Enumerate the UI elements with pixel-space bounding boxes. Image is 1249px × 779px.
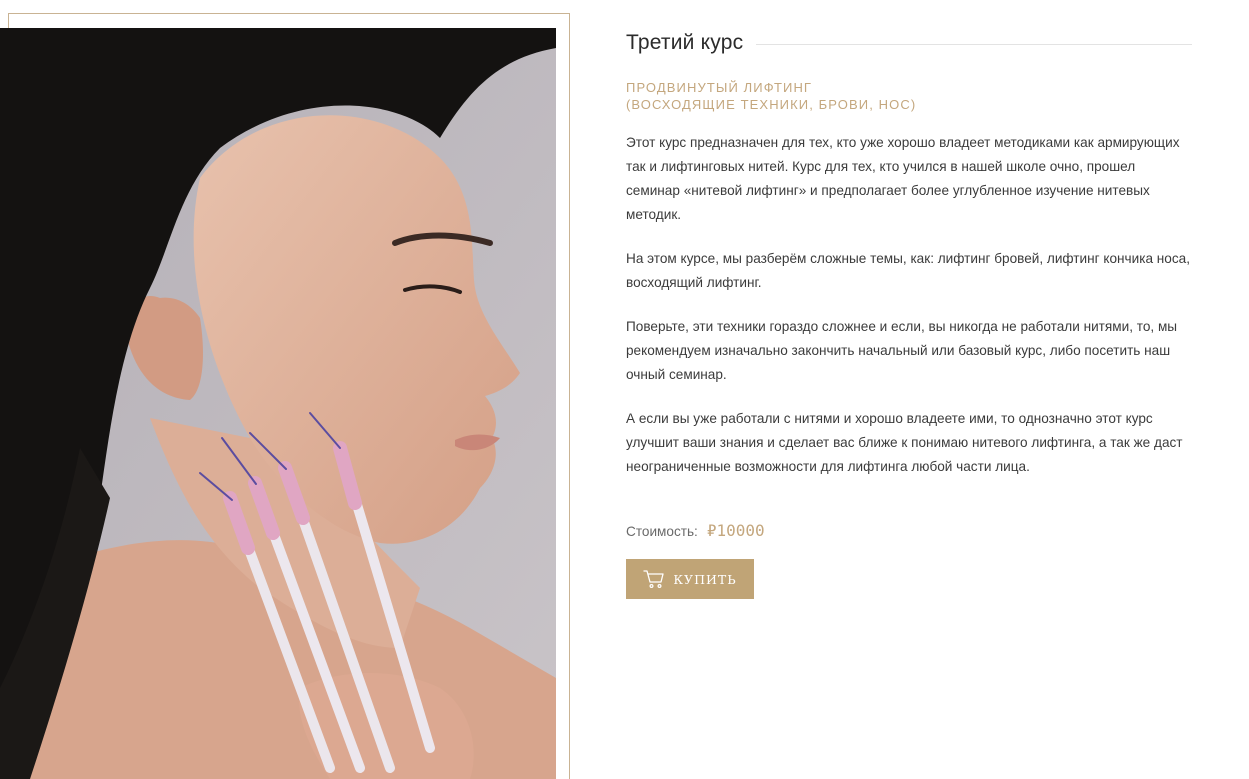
description-paragraph-4: А если вы уже работали с нитями и хорошо… — [626, 411, 1183, 474]
course-page: Третий курс ПРОДВИНУТЫЙ ЛИФТИНГ (ВОСХОДЯ… — [0, 0, 1249, 779]
course-photo — [0, 28, 556, 779]
subtitle-line-2: (ВОСХОДЯЩИЕ ТЕХНИКИ, БРОВИ, НОС) — [626, 97, 917, 112]
buy-button[interactable]: КУПИТЬ — [626, 559, 754, 599]
buy-button-label: КУПИТЬ — [673, 571, 737, 587]
description-paragraph-3: Поверьте, эти техники гораздо сложнее и … — [626, 319, 1178, 382]
course-subtitle: ПРОДВИНУТЫЙ ЛИФТИНГ (ВОСХОДЯЩИЕ ТЕХНИКИ,… — [626, 79, 1192, 113]
description-paragraph-1: Этот курс предназначен для тех, кто уже … — [626, 135, 1180, 222]
title-row: Третий курс — [626, 28, 1192, 58]
title-divider — [756, 43, 1192, 45]
price-label: Стоимость: — [626, 524, 698, 539]
course-details: Третий курс ПРОДВИНУТЫЙ ЛИФТИНГ (ВОСХОДЯ… — [626, 28, 1192, 599]
price-row: Стоимость: ₽10000 — [626, 521, 1192, 540]
cart-icon — [643, 569, 665, 589]
price-value: ₽10000 — [706, 521, 765, 540]
subtitle-line-1: ПРОДВИНУТЫЙ ЛИФТИНГ — [626, 80, 813, 95]
description-paragraph-2: На этом курсе, мы разберём сложные темы,… — [626, 251, 1191, 290]
course-title: Третий курс — [626, 31, 744, 54]
